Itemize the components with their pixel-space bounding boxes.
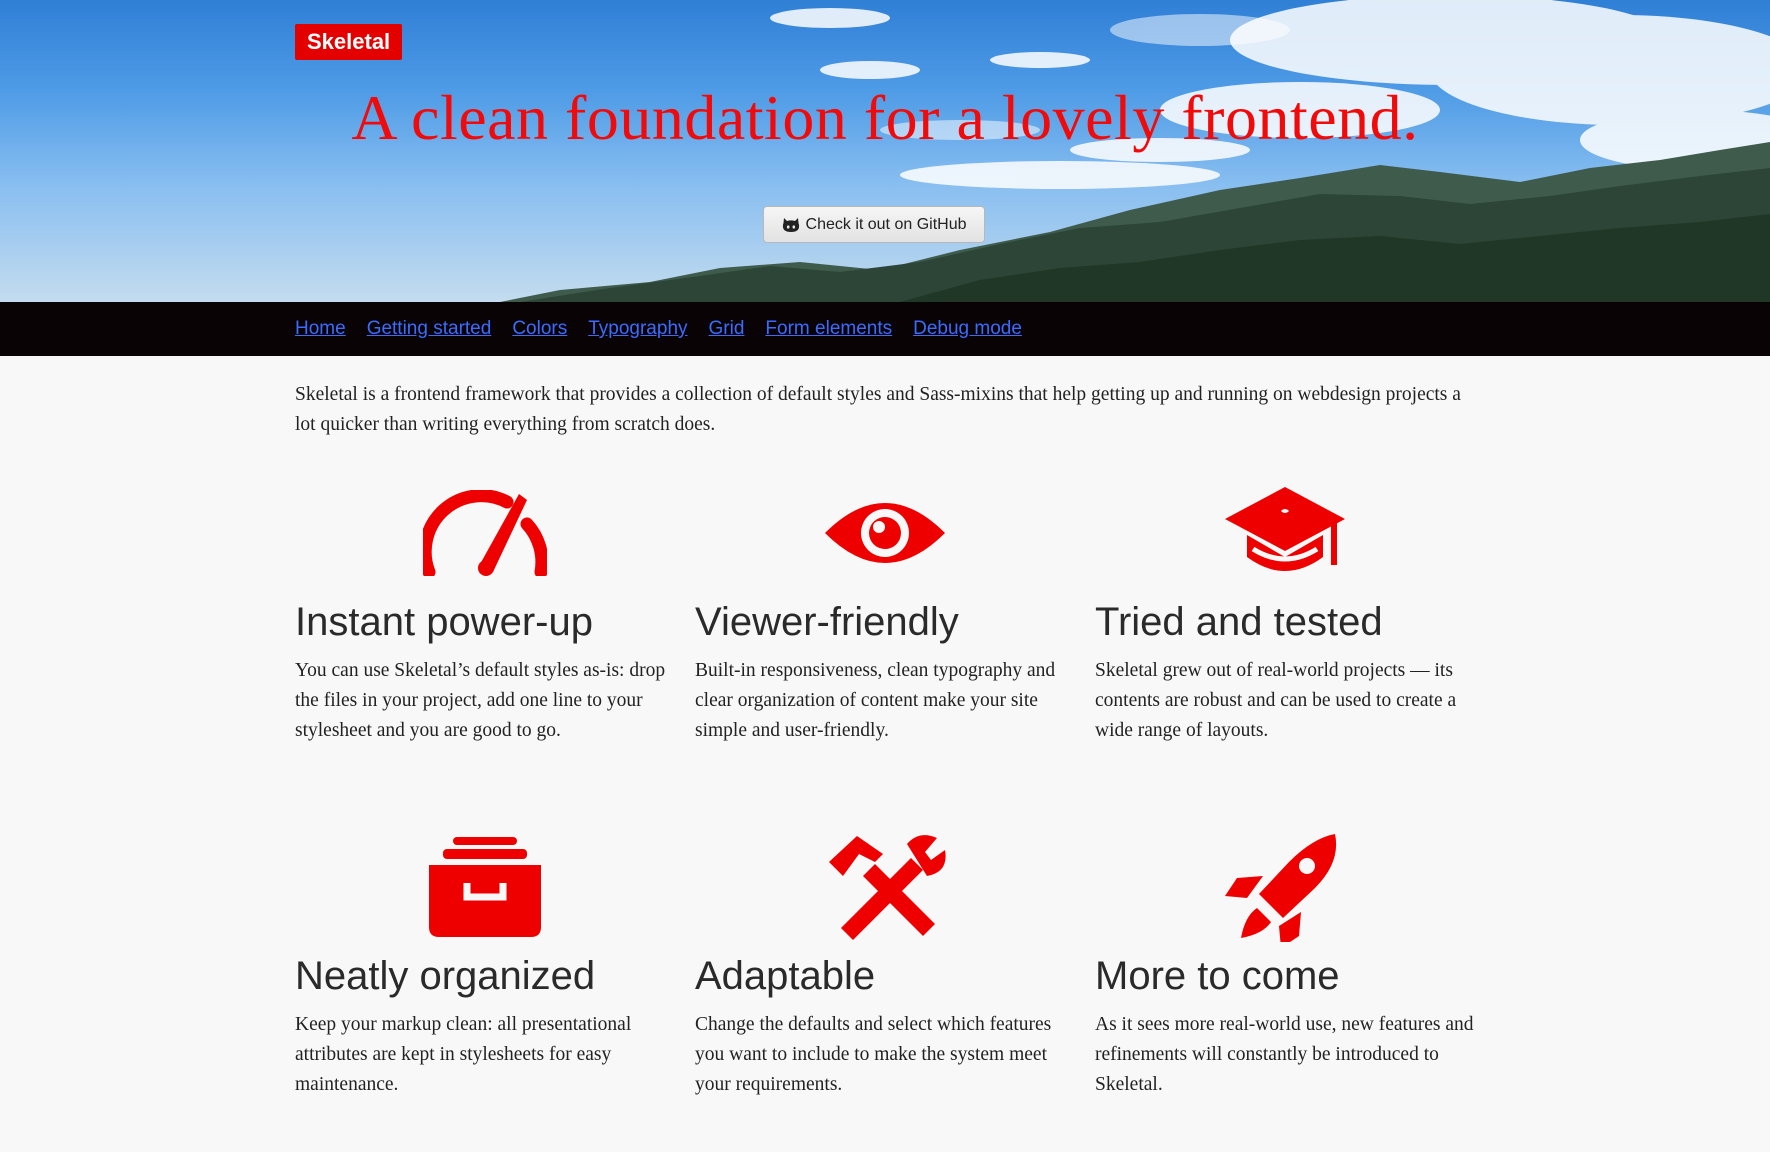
graduation-cap-icon	[1095, 478, 1475, 588]
feature-text: Skeletal grew out of real-world projects…	[1095, 660, 1457, 741]
nav-link-grid[interactable]: Grid	[709, 318, 745, 339]
feature-text: Keep your markup clean: all presentation…	[295, 1014, 632, 1095]
hammer-wrench-icon	[695, 832, 1075, 942]
hero-banner: Skeletal A clean foundation for a lovely…	[0, 0, 1770, 302]
nav-link-form-elements[interactable]: Form elements	[765, 318, 892, 339]
dashboard-gauge-icon	[295, 478, 675, 588]
feature-title: Viewer-friendly	[695, 600, 959, 644]
feature-title: Tried and tested	[1095, 600, 1383, 644]
archive-box-icon	[295, 832, 675, 942]
github-button-label: Check it out on GitHub	[805, 215, 967, 233]
feature-title: Neatly organized	[295, 954, 596, 998]
feature-text: You can use Skeletal’s default styles as…	[295, 660, 666, 741]
rocket-icon	[1095, 832, 1475, 942]
feature-text: Change the defaults and select which fea…	[695, 1014, 1052, 1095]
nav-link-debug-mode[interactable]: Debug mode	[913, 318, 1022, 339]
octocat-icon	[782, 217, 800, 233]
feature-title: More to come	[1095, 954, 1340, 998]
brand-logo[interactable]: Skeletal	[295, 24, 403, 60]
nav-link-typography[interactable]: Typography	[588, 318, 687, 339]
feature-text: As it sees more real-world use, new feat…	[1095, 1014, 1474, 1095]
intro-paragraph: Skeletal is a frontend framework that pr…	[295, 384, 1461, 435]
nav-link-getting-started[interactable]: Getting started	[367, 318, 492, 339]
feature-title: Instant power-up	[295, 600, 593, 644]
github-button[interactable]: Check it out on GitHub	[763, 206, 985, 243]
main-nav: Home Getting started Colors Typography G…	[0, 302, 1770, 356]
eye-icon	[695, 478, 1075, 588]
feature-title: Adaptable	[695, 954, 876, 998]
hero-title: A clean foundation for a lovely frontend…	[351, 82, 1419, 153]
nav-link-colors[interactable]: Colors	[512, 318, 567, 339]
nav-link-home[interactable]: Home	[295, 318, 346, 339]
feature-text: Built-in responsiveness, clean typograph…	[695, 660, 1056, 741]
